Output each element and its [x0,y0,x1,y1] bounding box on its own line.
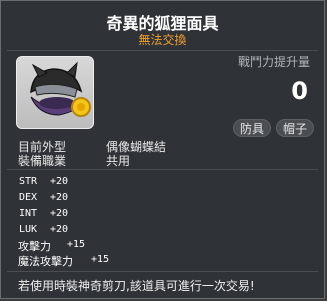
stat-name: STR [19,176,38,187]
trade-status: 無法交換 [138,33,187,47]
magic-attack-value: +15 [91,254,110,265]
stat-name: DEX [19,192,38,203]
trade-notice: 若使用時裝神奇剪刀,該道具可進行一次交易! [18,279,255,293]
info-job-value: 共用 [106,154,131,168]
magic-attack-label: 魔法攻擊力 [18,255,73,268]
stat-value: +20 [50,176,69,187]
divider [7,169,318,170]
divider [7,271,318,272]
fox-mask-hat-icon [30,61,91,117]
attack-value: +15 [67,239,86,250]
stat-value: +20 [50,208,69,219]
stat-name: INT [19,208,38,219]
power-value: 0 [291,77,308,105]
power-label: 戰鬥力提升量 [237,55,310,69]
stat-name: LUK [19,224,38,235]
attack-label: 攻擊力 [18,240,51,253]
item-icon-frame [16,56,94,129]
stat-value: +20 [50,224,69,235]
tag-hat: 帽子 [276,119,315,137]
item-tooltip: 奇異的狐狸面具 無法交換 戰鬥力提升量 0 防具 帽子 目前外型 偶像蝴蝶結 裝… [0,0,325,299]
divider [7,50,318,51]
stat-value: +20 [50,192,69,203]
info-job-label: 裝備職業 [18,154,67,168]
tag-armor: 防具 [233,119,272,137]
